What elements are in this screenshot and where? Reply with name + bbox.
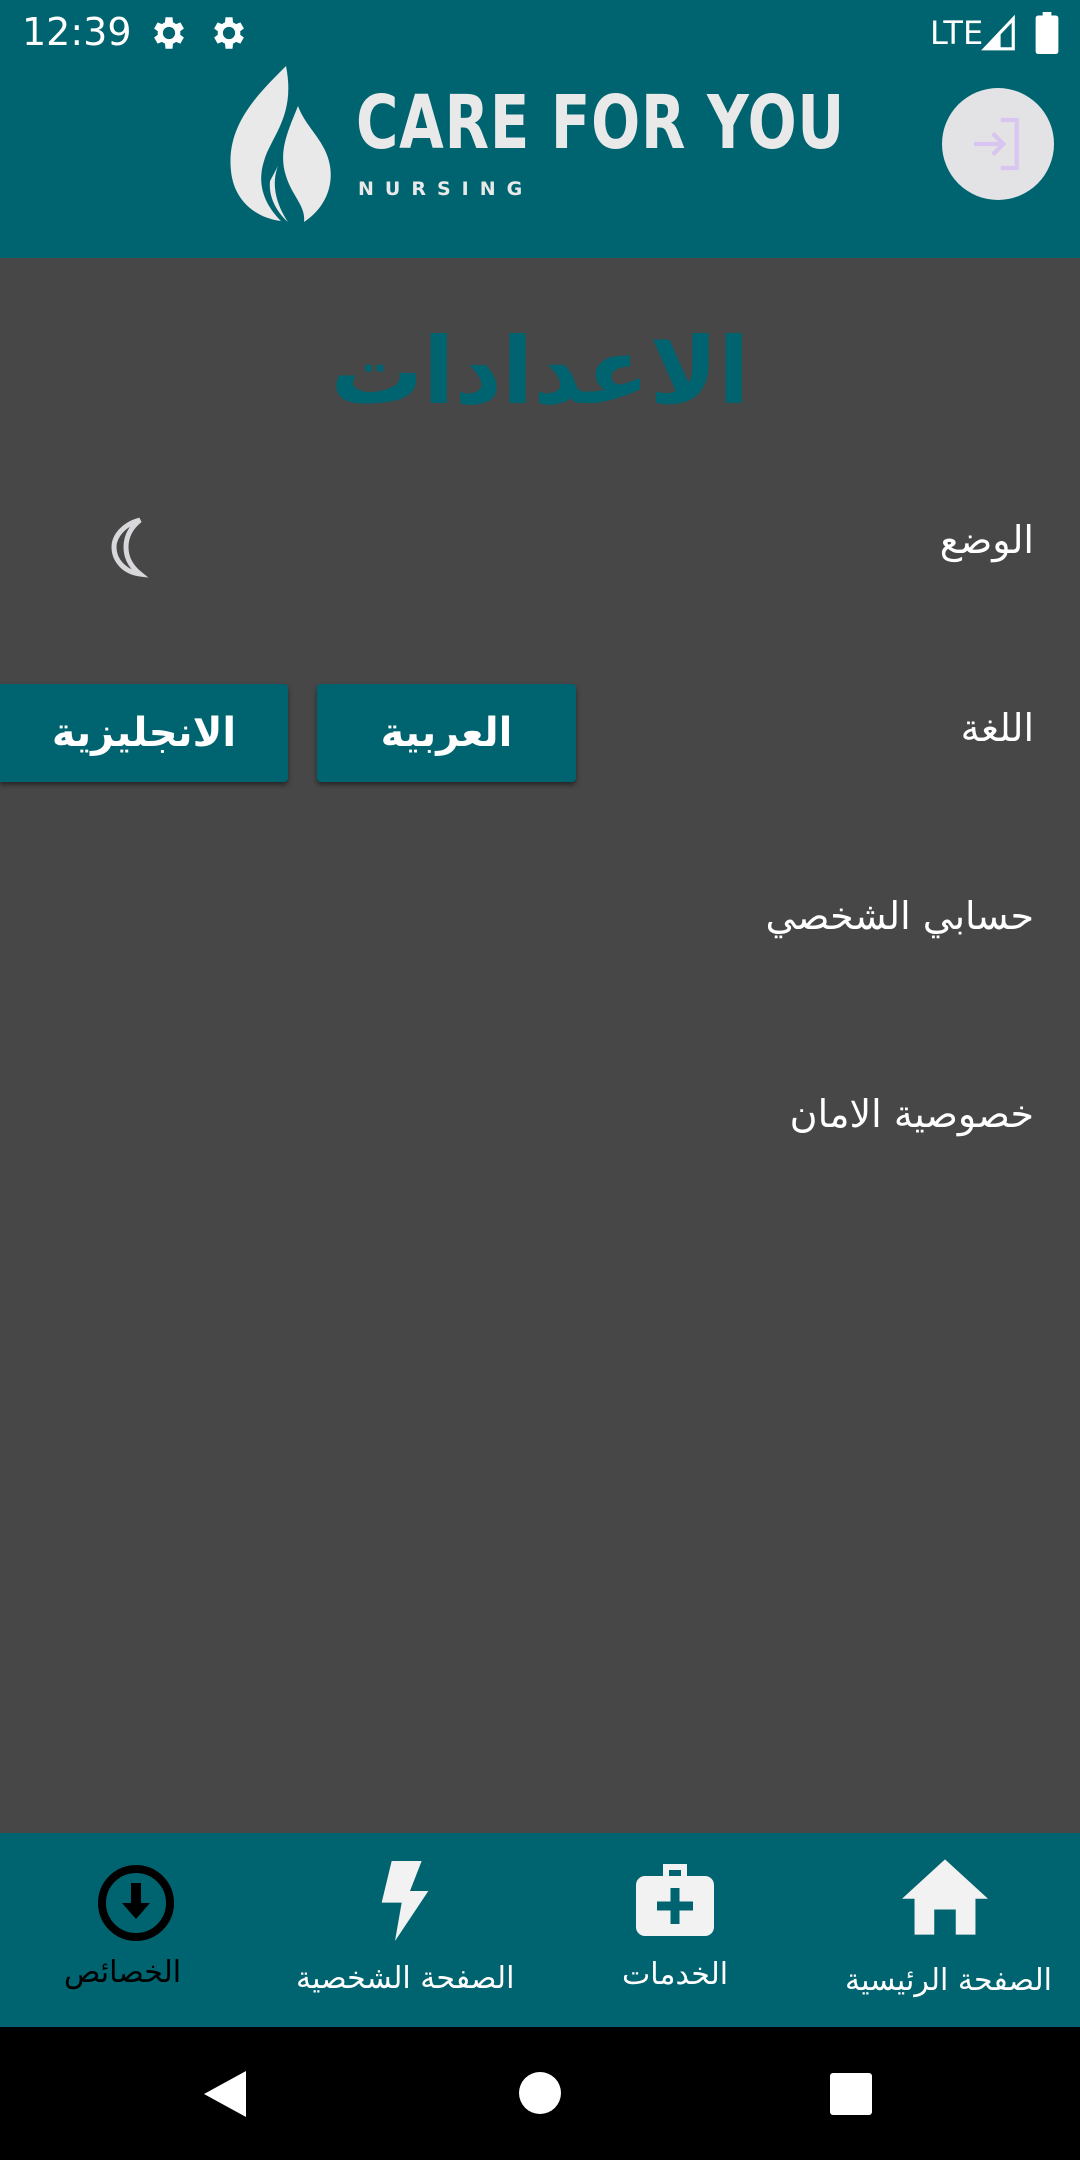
login-button[interactable] [942, 88, 1054, 200]
privacy-security-item[interactable]: خصوصية الامان [790, 1092, 1034, 1136]
system-nav-bar [0, 2027, 1080, 2160]
page-title: الاعدادات [330, 318, 750, 425]
login-arrow-icon [974, 117, 1019, 171]
back-icon[interactable] [202, 2069, 248, 2119]
nav-label-features: الخصائص [64, 1955, 182, 1990]
logo-subtitle: NURSING [358, 178, 534, 200]
nav-label-profile: الصفحة الشخصية [296, 1961, 515, 1996]
recents-icon[interactable] [830, 2073, 872, 2115]
nav-item-home[interactable]: الصفحة الرئيسية [836, 1833, 1056, 2027]
lightning-icon [381, 1861, 429, 1941]
mode-label: الوضع [939, 518, 1034, 562]
logo-title: CARE FOR YOU [356, 80, 846, 166]
status-time: 12:39 [22, 10, 132, 54]
settings-icon [214, 17, 244, 49]
status-bar: 12:39 LTE [0, 0, 1080, 66]
signal-icon [981, 14, 1015, 51]
network-type: LTE [930, 14, 984, 52]
arabic-language-button[interactable]: العربية [317, 684, 576, 782]
nav-item-profile[interactable]: الصفحة الشخصية [292, 1833, 522, 2027]
app-header: CARE FOR YOU NURSING [0, 66, 1080, 258]
nav-label-home: الصفحة الرئيسية [845, 1963, 1052, 1998]
moon-icon[interactable] [106, 516, 162, 578]
medical-kit-icon [636, 1864, 714, 1936]
bottom-nav: الصفحة الرئيسية الخدمات الصفحة الشخصية ا… [0, 1833, 1080, 2027]
home-icon [902, 1859, 988, 1935]
flame-logo-icon [230, 66, 331, 222]
nav-item-features[interactable]: الخصائص [60, 1833, 220, 2027]
nav-item-services[interactable]: الخدمات [600, 1833, 750, 2027]
english-language-button[interactable]: الانجليزية [0, 684, 288, 782]
nav-label-services: الخدمات [622, 1957, 729, 1992]
settings-icon [154, 17, 184, 49]
download-circle-icon [98, 1865, 174, 1941]
home-circle-icon[interactable] [518, 2071, 562, 2115]
my-account-item[interactable]: حسابي الشخصي [766, 894, 1035, 938]
battery-icon [1035, 12, 1059, 54]
language-label: اللغة [960, 706, 1034, 750]
